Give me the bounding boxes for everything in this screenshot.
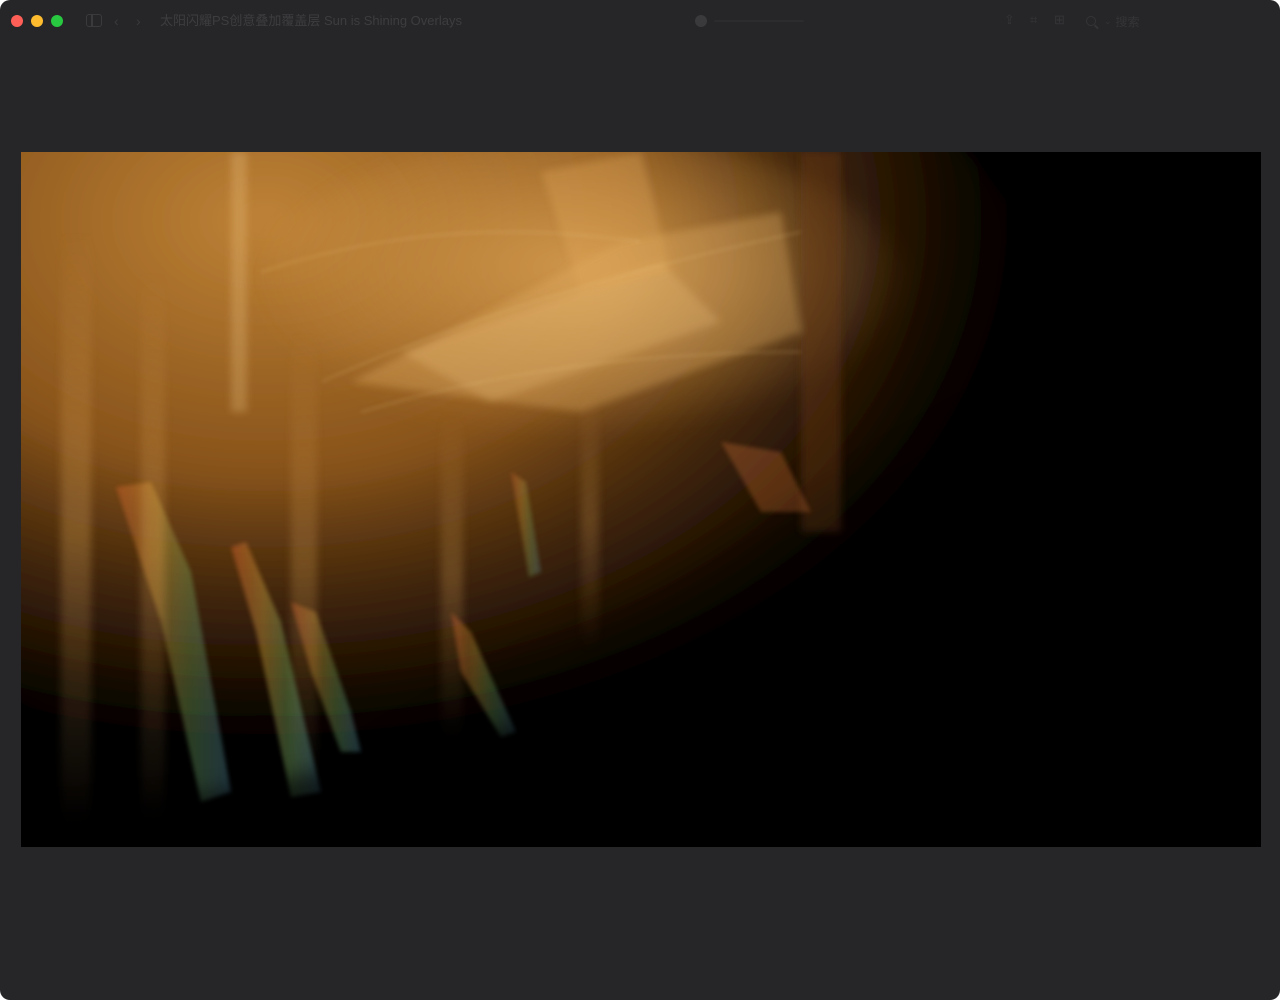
search-placeholder: 搜索: [1115, 14, 1140, 29]
sidebar-toggle-icon[interactable]: [86, 14, 102, 27]
share-icon[interactable]: ⇪: [1004, 12, 1015, 28]
window-title: 太阳闪耀PS创意叠加覆盖层 Sun is Shining Overlays: [160, 13, 462, 28]
chevron-left-icon[interactable]: ‹: [114, 13, 119, 29]
preview-window: ‹ › 太阳闪耀PS创意叠加覆盖层 Sun is Shining Overlay…: [0, 0, 1280, 1000]
search-field[interactable]: ⌄ 搜索: [1086, 12, 1140, 30]
preview-image: [21, 152, 1261, 847]
grid-view-icon[interactable]: ⊞: [1054, 12, 1065, 28]
title-bar: ‹ › 太阳闪耀PS创意叠加覆盖层 Sun is Shining Overlay…: [0, 0, 1280, 42]
close-button[interactable]: [11, 15, 23, 27]
tag-icon[interactable]: ⌗: [1030, 12, 1037, 28]
minimize-button[interactable]: [31, 15, 43, 27]
chevron-right-icon[interactable]: ›: [136, 13, 141, 29]
progress-track: [714, 20, 804, 22]
chevron-down-icon[interactable]: ⌄: [1104, 16, 1112, 27]
zoom-button[interactable]: [51, 15, 63, 27]
progress-indicator: [695, 15, 707, 27]
search-icon: [1086, 16, 1096, 26]
light-leak-image: [21, 152, 1261, 847]
